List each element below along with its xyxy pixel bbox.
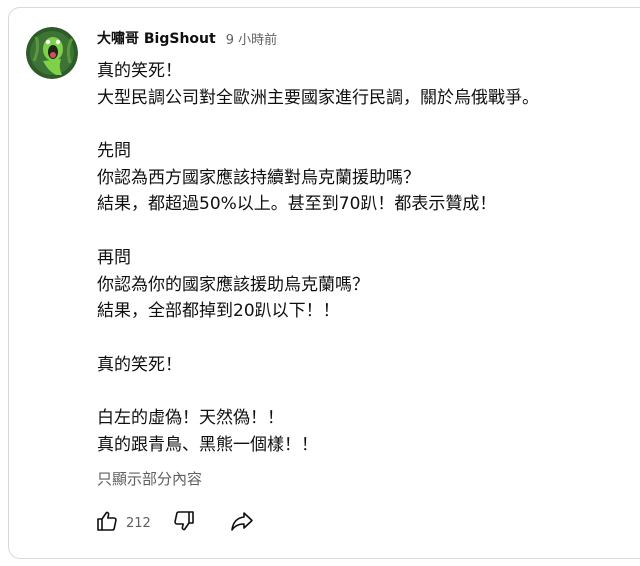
comment-blank-line [97, 325, 627, 352]
comment-line: 再問 [97, 247, 131, 268]
comment-body: 真的笑死！ 大型民調公司對全歐洲主要國家進行民調，關於烏俄戰爭。 先問 你認為西… [97, 58, 627, 458]
like-count: 212 [126, 515, 151, 531]
comment-blank-line [97, 378, 627, 405]
comment-line: 先問 [97, 141, 131, 162]
comment-line: 白左的虛偽！天然偽！！ [97, 407, 284, 428]
author-name[interactable]: 大嘯哥 BigShout [97, 28, 216, 48]
comment-line: 結果，都超過50%以上。甚至到70趴！都表示贊成！ [97, 194, 497, 215]
comment-line: 真的跟青鳥、黑熊一個樣！！ [97, 434, 318, 455]
share-button[interactable] [227, 508, 257, 538]
comment-line: 真的笑死！ [97, 61, 182, 81]
comment-actions: 212 [92, 508, 257, 538]
thumbs-up-icon [95, 509, 119, 537]
thumbs-down-icon [172, 509, 196, 537]
avatar[interactable] [26, 27, 78, 79]
comment-header: 大嘯哥 BigShout 9 小時前 [97, 27, 277, 49]
comment-blank-line [97, 218, 627, 245]
comment-line: 大型民調公司對全歐洲主要國家進行民調，關於烏俄戰爭。 [97, 87, 539, 108]
comment-timestamp[interactable]: 9 小時前 [226, 29, 277, 48]
dislike-button[interactable] [169, 508, 199, 538]
like-button[interactable] [92, 508, 122, 538]
comment-line: 結果，全部都掉到20趴以下！！ [97, 301, 340, 322]
comment-line: 你認為西方國家應該持續對烏克蘭援助嗎？ [97, 167, 420, 188]
comment-line: 你認為你的國家應該援助烏克蘭嗎？ [97, 274, 369, 295]
show-less-link[interactable]: 只顯示部分內容 [97, 468, 202, 489]
comment-line: 真的笑死！ [97, 354, 182, 375]
comment-blank-line [97, 111, 627, 138]
share-arrow-icon [229, 509, 255, 537]
